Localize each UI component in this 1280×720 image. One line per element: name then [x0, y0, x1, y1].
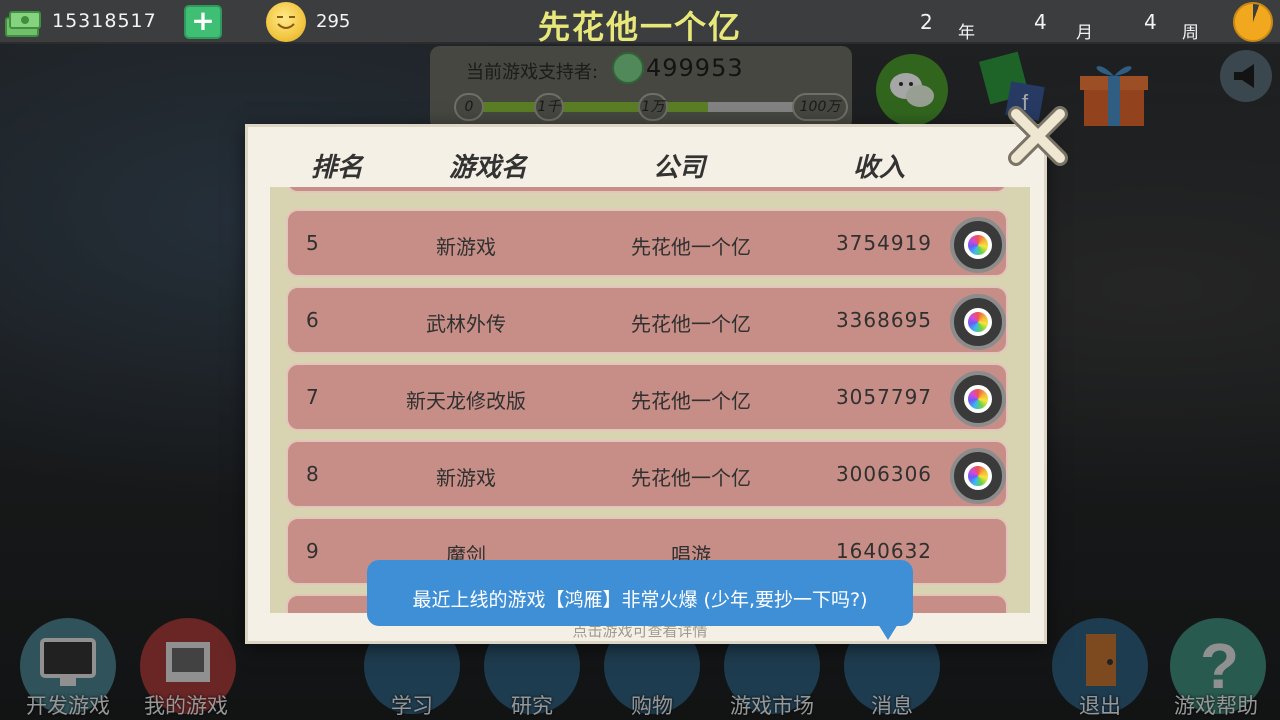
game-name-cell: 新游戏 — [436, 235, 496, 259]
game-name-cell: 新游戏 — [436, 466, 496, 490]
company-cell: 先花他一个亿 — [631, 389, 751, 413]
company-header: 公司 — [652, 153, 705, 183]
table-row[interactable]: 6 武林外传 先花他一个亿 3368695 — [286, 286, 1008, 354]
table-row[interactable] — [286, 187, 1008, 193]
company-cell: 先花他一个亿 — [631, 466, 751, 490]
income-cell: 3754919 — [835, 231, 933, 255]
rank-cell: 8 — [306, 462, 319, 486]
income-cell: 3057797 — [835, 385, 933, 409]
table-row[interactable]: 8 新游戏 先花他一个亿 3006306 — [286, 440, 1008, 508]
rank-header: 排名 — [310, 153, 363, 183]
income-cell: 3368695 — [835, 308, 933, 332]
news-toast[interactable]: 最近上线的游戏【鸿雁】非常火爆 (少年,要抄一下吗?) — [367, 560, 913, 626]
table-row[interactable]: 5 新游戏 先花他一个亿 3754919 — [286, 209, 1008, 277]
toast-tail — [878, 624, 898, 640]
rank-cell: 9 — [306, 539, 319, 563]
company-cell: 先花他一个亿 — [631, 312, 751, 336]
ranking-list[interactable]: 5 新游戏 先花他一个亿 3754919 6 武林外传 先花他一个亿 33686… — [270, 187, 1030, 613]
week-unit: 周 — [1182, 23, 1199, 43]
company-cell: 先花他一个亿 — [631, 235, 751, 259]
week-number: 4 — [1144, 10, 1157, 34]
detail-camera-icon[interactable] — [950, 371, 1006, 427]
month-unit: 月 — [1076, 23, 1093, 43]
detail-camera-icon[interactable] — [950, 448, 1006, 504]
detail-camera-icon[interactable] — [950, 294, 1006, 350]
game-name-header: 游戏名 — [448, 153, 527, 183]
news-toast-text: 最近上线的游戏【鸿雁】非常火爆 (少年,要抄一下吗?) — [412, 589, 868, 611]
week-progress-clock-icon — [1233, 2, 1273, 42]
rank-cell: 7 — [306, 385, 319, 409]
rank-cell: 6 — [306, 308, 319, 332]
year-number: 2 — [920, 10, 933, 34]
income-header: 收入 — [852, 153, 905, 183]
table-row[interactable]: 7 新天龙修改版 先花他一个亿 3057797 — [286, 363, 1008, 431]
game-name-cell: 武林外传 — [426, 312, 506, 336]
detail-camera-icon[interactable] — [950, 217, 1006, 273]
close-icon[interactable] — [1004, 102, 1072, 170]
rank-cell: 5 — [306, 231, 319, 255]
year-unit: 年 — [958, 23, 975, 43]
income-cell: 3006306 — [835, 462, 933, 486]
game-name-cell: 新天龙修改版 — [406, 389, 526, 413]
top-bar: 15318517 + 295 先花他一个亿 2 年 4 月 4 周 — [0, 0, 1280, 46]
month-number: 4 — [1034, 10, 1047, 34]
